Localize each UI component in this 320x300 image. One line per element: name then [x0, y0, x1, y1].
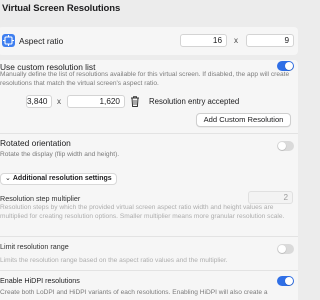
- divider: [0, 133, 298, 134]
- hidpi-description: Create both LoDPI and HiDPI variants of …: [0, 289, 268, 296]
- divider: [0, 236, 298, 237]
- aspect-ratio-icon: [2, 34, 15, 47]
- aspect-width-input[interactable]: 16: [180, 34, 227, 47]
- rotated-toggle[interactable]: [277, 141, 294, 151]
- aspect-height-input[interactable]: 9: [246, 34, 294, 47]
- custom-list-description: Manually define the list of resolutions …: [0, 71, 290, 87]
- hidpi-toggle[interactable]: [277, 276, 294, 286]
- aspect-ratio-label: Aspect ratio: [19, 36, 64, 46]
- page-title: Virtual Screen Resolutions: [2, 3, 121, 14]
- custom-list-toggle[interactable]: [277, 61, 294, 71]
- rotated-label: Rotated orientation: [0, 138, 71, 148]
- additional-settings-label: Additional resolution settings: [12, 175, 112, 182]
- entry-height-input[interactable]: 1,620: [67, 95, 125, 108]
- chevron-down-icon: ⌄: [5, 175, 11, 182]
- entry-separator: x: [57, 97, 61, 106]
- aspect-ratio-panel: Aspect ratio 16 x 9: [0, 27, 298, 55]
- step-multiplier-label: Resolution step multiplier: [0, 194, 81, 203]
- hidpi-label: Enable HiDPI resolutions: [0, 276, 80, 285]
- entry-width-input[interactable]: 3,840: [26, 95, 52, 108]
- add-custom-resolution-button[interactable]: Add Custom Resolution: [196, 113, 291, 127]
- additional-settings-toggle[interactable]: ⌄ Additional resolution settings: [0, 173, 117, 185]
- limit-range-toggle[interactable]: [277, 244, 294, 254]
- limit-range-description: Limits the resolution range based on the…: [0, 257, 228, 264]
- divider: [0, 270, 298, 271]
- limit-range-label: Limit resolution range: [0, 242, 69, 251]
- rotated-description: Rotate the display (flip width and heigh…: [0, 151, 120, 158]
- step-multiplier-input[interactable]: 2: [248, 191, 293, 204]
- step-multiplier-description: Resolution steps by which the provided v…: [0, 204, 285, 220]
- aspect-separator: x: [234, 36, 238, 45]
- entry-status-text: Resolution entry accepted: [149, 97, 240, 106]
- trash-icon[interactable]: [129, 95, 141, 108]
- settings-panel: Use custom resolution list Manually defi…: [0, 60, 298, 300]
